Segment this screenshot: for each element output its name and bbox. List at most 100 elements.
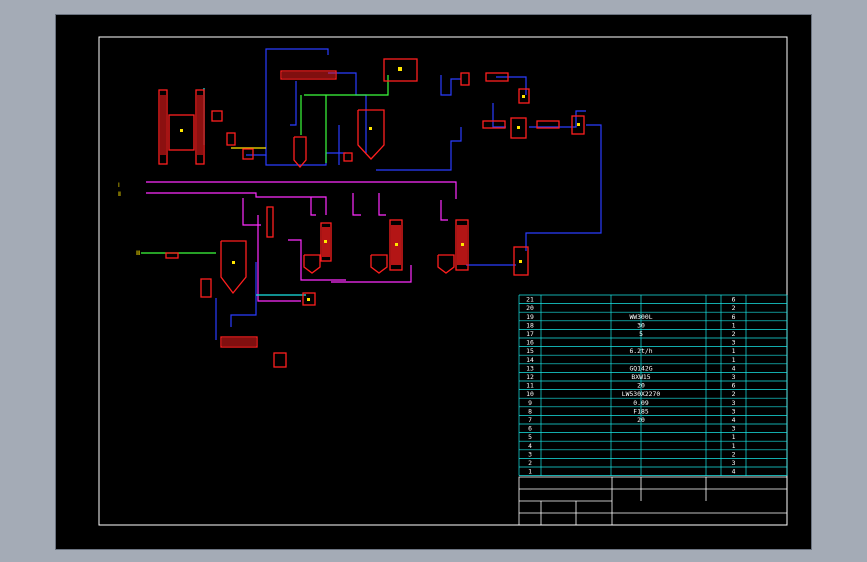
table-cell-no: 20 [526, 304, 534, 312]
table-cell-spec: 20 [637, 416, 645, 424]
table-cell-qty: 3 [732, 373, 736, 381]
pipe-steam-6 [378, 193, 386, 216]
preheater [266, 206, 274, 238]
table-cell-qty: 2 [732, 450, 736, 458]
table-cell-spec: GQ142G [629, 364, 652, 372]
pipe-steam-5 [352, 193, 361, 216]
pipe-steam-7 [440, 200, 448, 221]
table-cell-spec: 20 [637, 382, 645, 390]
table-cell-qty: 1 [732, 347, 736, 355]
drawing-sheet: Ⅰ Ⅱ Ⅲ 21 6 20 2 19 WW300L 6 18 30 1 17 5 2 16 3 15 6.2t/… [55, 14, 812, 550]
table-cell-no: 10 [526, 390, 534, 398]
table-cell-no: 13 [526, 364, 534, 372]
pipe-condensate [257, 215, 301, 302]
table-cell-no: 12 [526, 373, 534, 381]
pipe-right-2 [496, 76, 527, 95]
pipe-right-1 [440, 75, 461, 96]
inlet-label-3: Ⅲ [136, 250, 140, 257]
table-cell-no: 7 [528, 416, 532, 424]
tag-top-tank [398, 67, 402, 71]
process-flow-diagram: Ⅰ Ⅱ Ⅲ 21 620 219 WW300L 618 30 117 5 216 315 6.2t/… [98, 36, 788, 526]
table-cell-no: 21 [526, 296, 534, 304]
table-cell-no: 15 [526, 347, 534, 355]
table-cell-no: 8 [528, 407, 532, 415]
conveyor-fill [282, 72, 335, 78]
table-cell-no: 6 [528, 425, 532, 433]
pipe-right-5 [376, 127, 462, 171]
tag-dryer [232, 261, 235, 264]
table-cell-no: 1 [528, 468, 532, 476]
tag-tank-4 [517, 126, 520, 129]
inlet-label-1: Ⅰ [118, 182, 120, 189]
table-cell-spec: 5 [639, 330, 643, 338]
cyclone [200, 278, 212, 298]
spray-dryer [220, 240, 247, 295]
table-cell-qty: 4 [732, 364, 736, 372]
pipe-steam-4 [310, 197, 316, 216]
pipe-feed-down [290, 81, 297, 126]
table-cell-no: 14 [526, 356, 534, 364]
pipe-right-3 [492, 103, 506, 128]
table-cell-spec: WW300L [629, 313, 652, 321]
separator-1 [303, 254, 321, 274]
table-cell-spec: F185 [633, 407, 649, 415]
table-cell-no: 11 [526, 382, 534, 390]
tag-product-tank [519, 260, 522, 263]
pipe-top-left [265, 48, 329, 156]
tag-tank-3 [522, 95, 525, 98]
separator-2 [370, 254, 388, 274]
table-cell-no: 4 [528, 442, 532, 450]
equipment-tags [180, 67, 580, 301]
table-cell-spec: 30 [637, 321, 645, 329]
table-cell-spec: BXW15 [631, 373, 650, 381]
table-cell-qty: 3 [732, 407, 736, 415]
table-cell-qty: 6 [732, 382, 736, 390]
tag-evap-1 [324, 240, 327, 243]
pipe-condensate-2 [288, 239, 346, 281]
tag-evap-2 [395, 243, 398, 246]
tag-tank-5 [577, 123, 580, 126]
table-cell-spec: 6.2t/h [629, 347, 652, 355]
table-cell-qty: 6 [732, 313, 736, 321]
air-heater [165, 252, 179, 259]
table-cell-qty: 3 [732, 399, 736, 407]
title-block [518, 476, 788, 526]
tag-mixer-2 [369, 127, 372, 130]
table-cell-spec: 0.09 [633, 399, 649, 407]
pipe-steam-2 [146, 192, 327, 215]
packing-fill [222, 338, 256, 346]
feeder-1 [211, 110, 223, 122]
storage-bin-1 [168, 114, 195, 151]
table-cell-qty: 2 [732, 304, 736, 312]
table-cell-no: 5 [528, 433, 532, 441]
table-cell-qty: 3 [732, 339, 736, 347]
table-cell-no: 3 [528, 450, 532, 458]
valve-1 [343, 152, 353, 162]
pipe-right-return [525, 124, 602, 251]
table-cell-spec: LW530X2270 [622, 390, 661, 398]
table-cell-qty: 2 [732, 330, 736, 338]
table-cell-no: 19 [526, 313, 534, 321]
parts-table: 21 620 219 WW300L 618 30 117 5 216 315 6.2t/h 114 11… [518, 294, 788, 476]
pump-2 [460, 72, 470, 86]
table-cell-qty: 2 [732, 390, 736, 398]
table-cell-qty: 1 [732, 442, 736, 450]
inlet-label-2: Ⅱ [118, 191, 121, 198]
table-cell-no: 2 [528, 459, 532, 467]
separator-3 [437, 254, 455, 274]
table-cell-qty: 1 [732, 433, 736, 441]
elevator-fill-2 [197, 95, 203, 155]
mixer-tank-1 [293, 136, 307, 168]
table-cell-qty: 1 [732, 321, 736, 329]
pump-1 [242, 148, 254, 160]
table-cell-no: 16 [526, 339, 534, 347]
table-cell-qty: 3 [732, 425, 736, 433]
table-cell-qty: 4 [732, 416, 736, 424]
pipe-top-right [328, 72, 367, 153]
conveyor-end [273, 352, 287, 368]
feeder-2 [226, 132, 236, 146]
mixer-tank-2 [357, 109, 385, 160]
tag-bin [180, 129, 183, 132]
pipe-bottom-blue [230, 262, 257, 327]
elevator-fill-1 [160, 95, 166, 155]
